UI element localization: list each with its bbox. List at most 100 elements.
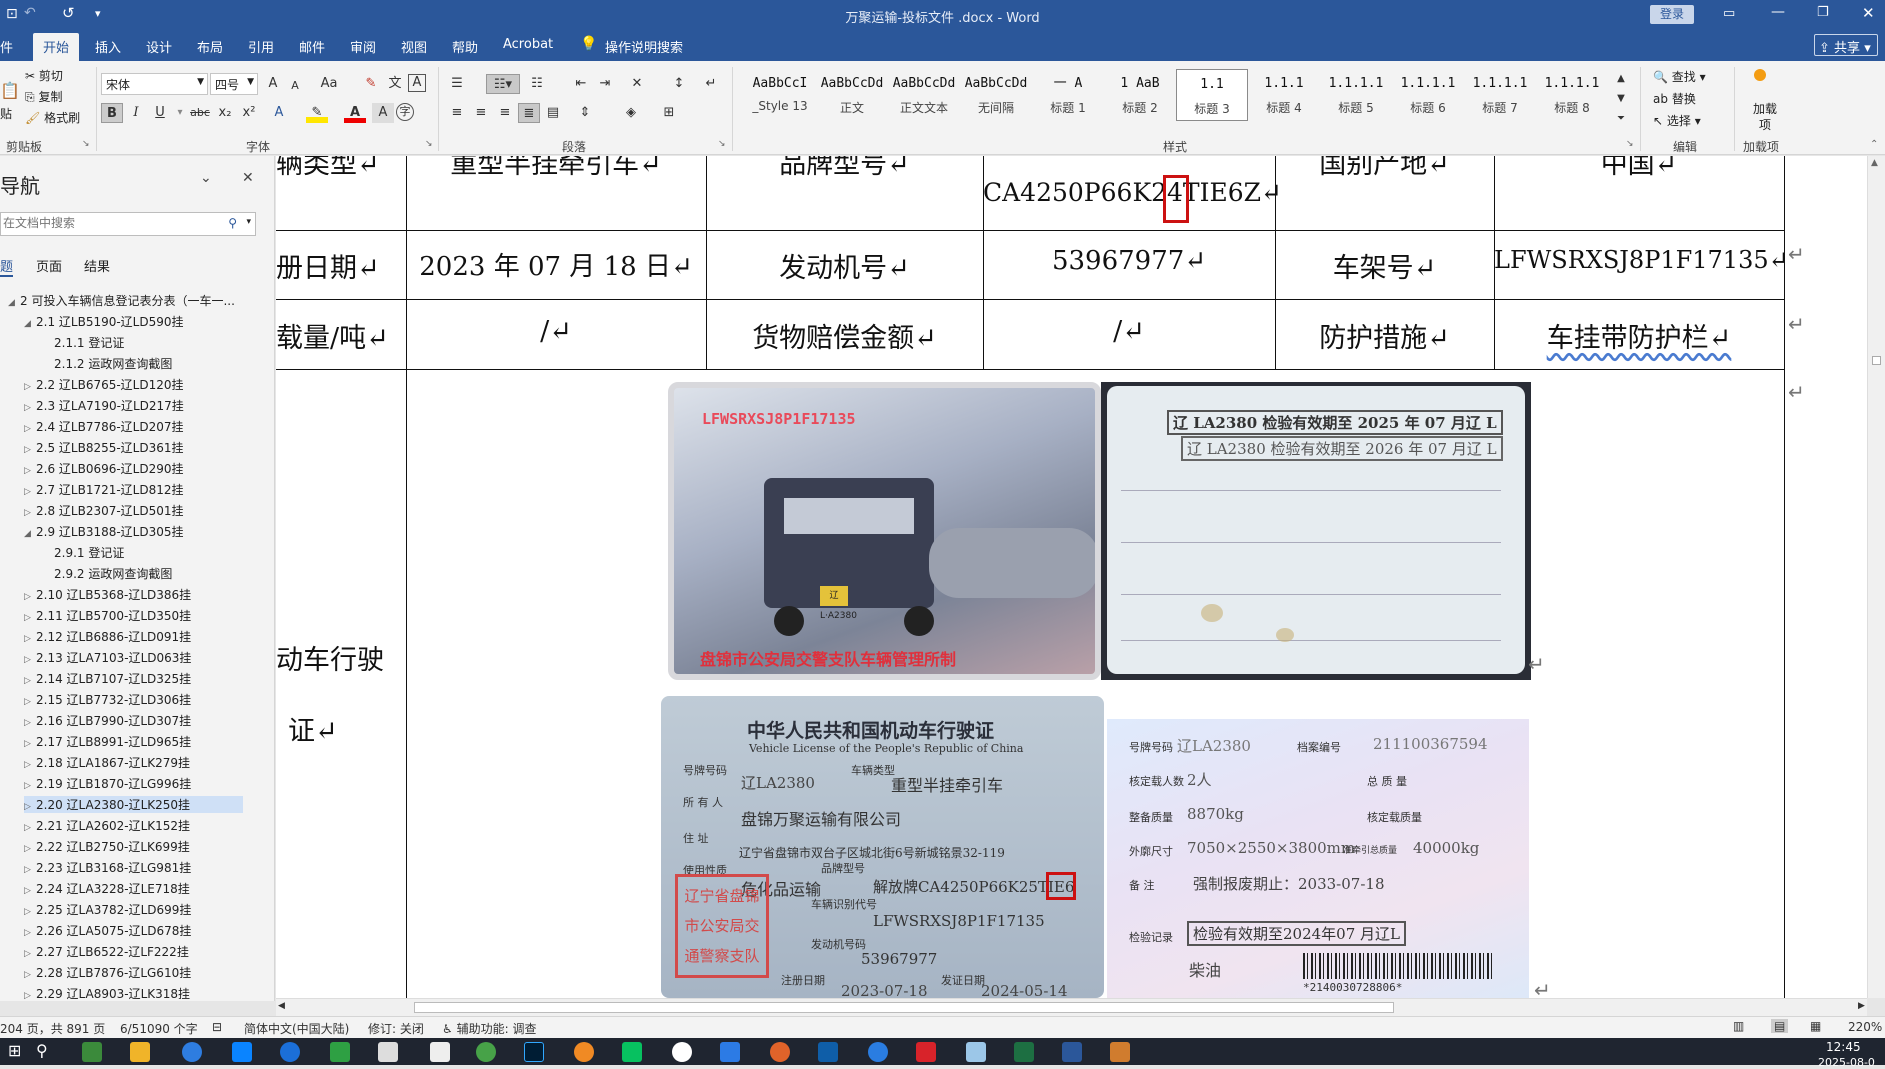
nav-tab-headings[interactable]: 题 — [0, 256, 14, 277]
nav-heading-item[interactable]: ▷ 2.12 辽LB6886-辽LD091挂 — [24, 628, 191, 645]
select-button[interactable]: ↖ 选择 ▾ — [1653, 112, 1701, 129]
nav-heading-item[interactable]: ▷ 2.17 辽LB8991-辽LD965挂 — [24, 733, 191, 750]
nav-heading-item[interactable]: ▷ 2.20 辽LA2380-辽LK250挂 — [24, 796, 243, 813]
change-case-button[interactable]: Aa — [314, 74, 344, 94]
grow-font-button[interactable]: A — [262, 74, 284, 94]
track-changes-status[interactable]: 修订: 关闭 — [368, 1020, 424, 1037]
expand-toggle-icon[interactable]: ▷ — [24, 844, 36, 854]
table-cell[interactable]: 国别产地↵ — [1275, 156, 1494, 181]
nav-heading-item[interactable]: ▷ 2.4 辽LB7786-辽LD207挂 — [24, 418, 184, 435]
nav-heading-item[interactable]: 2.9.1 登记证 — [42, 544, 124, 561]
style-4[interactable]: AaBbCcDd 无间隔 — [960, 69, 1032, 121]
nav-heading-item[interactable]: 2.1.2 运政网查询截图 — [42, 355, 172, 372]
text-effects-icon[interactable]: A — [268, 103, 290, 123]
close-icon[interactable]: ✕ — [242, 170, 254, 186]
expand-toggle-icon[interactable]: ▷ — [24, 445, 36, 455]
nav-heading-item[interactable]: ▷ 2.2 辽LB6765-辽LD120挂 — [24, 376, 184, 393]
store-icon[interactable] — [232, 1042, 252, 1062]
asian-layout-icon[interactable]: ✕ — [626, 74, 648, 94]
font-size-combo[interactable]: 四号 ▼ — [210, 73, 258, 95]
find-button[interactable]: 🔍 查找 ▾ — [1653, 68, 1706, 85]
expand-toggle-icon[interactable]: ▷ — [24, 697, 36, 707]
scroll-right-icon[interactable]: ▶ — [1858, 1001, 1865, 1011]
styles-scroll-down-icon[interactable]: ▼ — [1610, 89, 1632, 109]
expand-toggle-icon[interactable]: ▷ — [24, 613, 36, 623]
style-7[interactable]: 1.1 标题 3 — [1176, 69, 1248, 121]
table-cell[interactable]: 2023 年 07 月 18 日↵ — [406, 246, 706, 283]
language[interactable]: 简体中文(中国大陆) — [244, 1020, 349, 1037]
style-9[interactable]: 1.1.1.1 标题 5 — [1320, 69, 1392, 121]
nav-heading-item[interactable]: 2.1.1 登记证 — [42, 334, 124, 351]
tab-insert[interactable]: 插入 — [95, 37, 121, 56]
license-back-photo[interactable]: 辽 LA2380 检验有效期至 2025 年 07 月辽 L 辽 LA2380 … — [1101, 382, 1531, 680]
italic-button[interactable]: I — [125, 103, 147, 123]
nav-tab-results[interactable]: 结果 — [84, 256, 110, 275]
replace-button[interactable]: ab 替换 — [1653, 90, 1696, 107]
tab-layout[interactable]: 布局 — [197, 37, 223, 56]
expand-toggle-icon[interactable]: ▷ — [24, 466, 36, 476]
increase-indent-icon[interactable]: ⇥ — [594, 74, 616, 94]
font-name-combo[interactable]: 宋体 ▼ — [101, 73, 208, 95]
nav-heading-item[interactable]: ▷ 2.23 辽LB3168-辽LG981挂 — [24, 859, 191, 876]
expand-toggle-icon[interactable]: ▷ — [24, 823, 36, 833]
minimize-icon[interactable]: — — [1771, 4, 1785, 20]
web-layout-icon[interactable]: ▦ — [1810, 1019, 1821, 1033]
expand-toggle-icon[interactable]: ▷ — [24, 802, 36, 812]
expand-toggle-icon[interactable]: ▷ — [24, 634, 36, 644]
nav-heading-item[interactable]: ▷ 2.19 辽LB1870-辽LG996挂 — [24, 775, 191, 792]
browser-icon[interactable] — [770, 1042, 790, 1062]
enclose-char-icon[interactable]: 字 — [396, 103, 414, 121]
table-cell[interactable]: 载量/吨↵ — [276, 316, 389, 355]
strikethrough-button[interactable]: abc — [187, 103, 213, 123]
distributed-icon[interactable]: ▤ — [542, 103, 564, 123]
style-10[interactable]: 1.1.1.1 标题 6 — [1392, 69, 1464, 121]
expand-toggle-icon[interactable]: ▷ — [24, 991, 36, 1001]
tab-view[interactable]: 视图 — [401, 37, 427, 56]
styles-more-icon[interactable]: ⏷ — [1610, 109, 1632, 129]
nav-heading-item[interactable]: ▷ 2.16 辽LB7990-辽LD307挂 — [24, 712, 191, 729]
expand-toggle-icon[interactable]: ▷ — [24, 907, 36, 917]
multilevel-list-icon[interactable]: ☷▾ — [486, 74, 520, 94]
subscript-button[interactable]: x₂ — [214, 103, 236, 123]
nav-heading-item[interactable]: 2.9.2 运政网查询截图 — [42, 565, 172, 582]
expand-toggle-icon[interactable]: ▷ — [24, 886, 36, 896]
clear-format-icon[interactable]: ✎ — [360, 74, 382, 94]
table-cell[interactable]: 证↵ — [288, 709, 338, 748]
windows-icon[interactable]: ⊞ — [8, 1041, 21, 1060]
style-8[interactable]: 1.1.1 标题 4 — [1248, 69, 1320, 121]
nav-heading-item[interactable]: ▷ 2.22 辽LB2750-辽LK699挂 — [24, 838, 190, 855]
photoshop-icon[interactable] — [524, 1042, 544, 1062]
superscript-button[interactable]: x² — [238, 103, 260, 123]
tab-design[interactable]: 设计 — [146, 37, 172, 56]
tab-file[interactable]: 件 — [0, 37, 13, 56]
excel-icon[interactable] — [1014, 1042, 1034, 1062]
expand-toggle-icon[interactable]: ▷ — [24, 592, 36, 602]
tab-review[interactable]: 审阅 — [350, 37, 376, 56]
table-cell[interactable]: 动车行驶 — [276, 638, 384, 677]
nav-heading-item[interactable]: ▷ 2.26 辽LA5075-辽LD678挂 — [24, 922, 191, 939]
table-cell[interactable]: 中国↵ — [1494, 156, 1784, 181]
paste-icon[interactable]: 📋 — [0, 81, 20, 100]
shading-icon[interactable]: ◈ — [620, 103, 642, 123]
table-cell[interactable]: CA4250P66K24TIE6Z↵ — [983, 178, 1282, 207]
clock-date[interactable]: 2025-08-0 — [1818, 1056, 1875, 1069]
expand-toggle-icon[interactable]: ▷ — [24, 970, 36, 980]
expand-toggle-icon[interactable]: ▷ — [24, 781, 36, 791]
table-cell[interactable]: 发动机号↵ — [706, 246, 983, 285]
expand-toggle-icon[interactable]: ◢ — [24, 529, 36, 539]
app-icon[interactable] — [574, 1042, 594, 1062]
nav-search-box[interactable]: ⚲ ▾ — [0, 212, 256, 236]
bullets-icon[interactable]: ☰ — [446, 74, 468, 94]
close-icon[interactable]: ✕ — [1862, 4, 1875, 22]
app-icon[interactable] — [330, 1042, 350, 1062]
nav-options-icon[interactable]: ⌄ — [200, 170, 212, 186]
table-cell[interactable]: LFWSRXSJ8P1F17135↵ — [1494, 246, 1789, 274]
sort-icon[interactable]: ↕ — [668, 74, 690, 94]
expand-toggle-icon[interactable]: ▷ — [24, 949, 36, 959]
style-6[interactable]: 1 AaB 标题 2 — [1104, 69, 1176, 121]
document-icon[interactable] — [430, 1042, 450, 1062]
styles-scroll-up-icon[interactable]: ▲ — [1610, 69, 1632, 89]
justify-icon[interactable]: ≣ — [518, 103, 540, 123]
restore-icon[interactable]: ❐ — [1817, 5, 1829, 20]
phonetic-guide-icon[interactable]: 文 — [384, 74, 406, 94]
